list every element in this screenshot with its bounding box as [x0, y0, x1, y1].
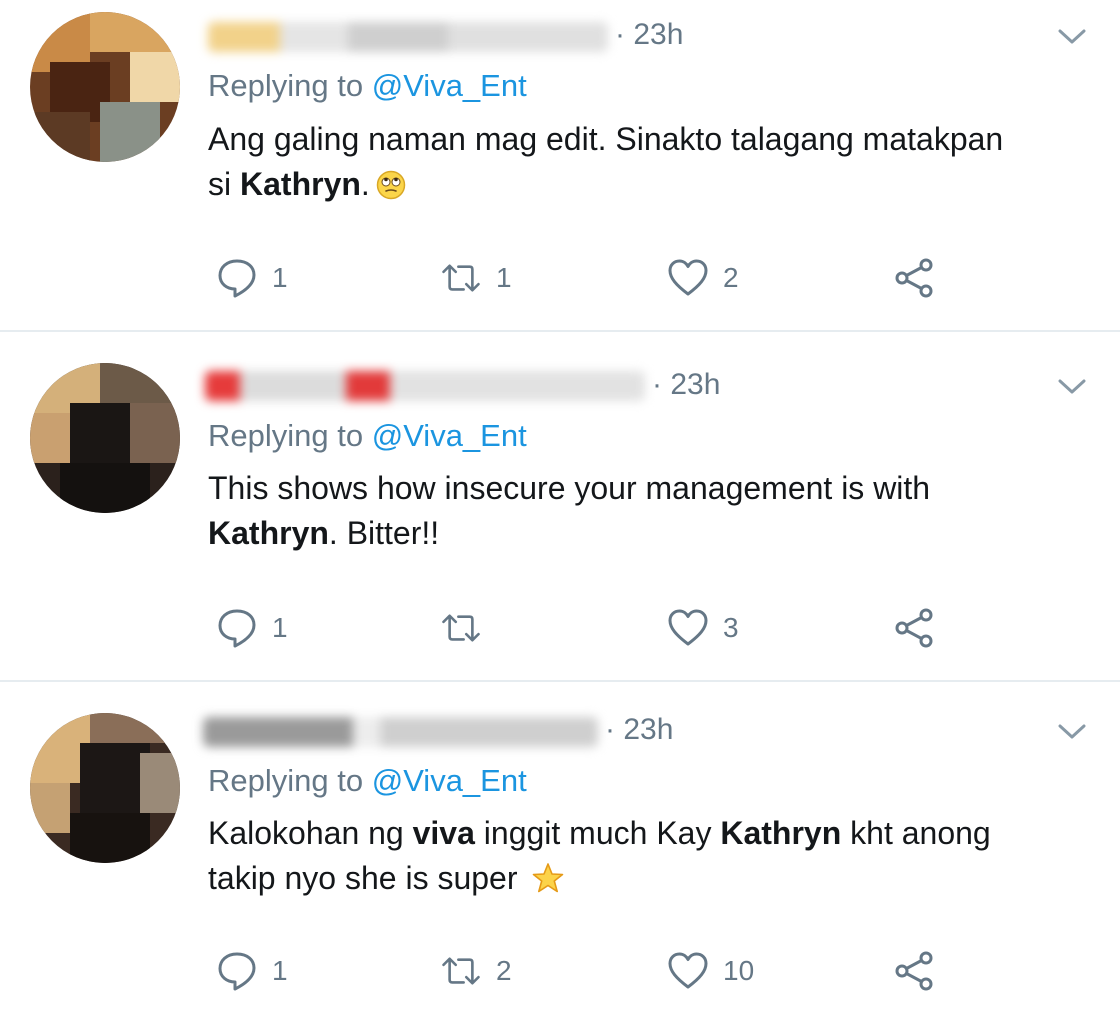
- like-icon: [668, 609, 708, 646]
- text-run: This shows how insecure your management …: [208, 470, 931, 506]
- tweet-text: Ang galing naman mag edit. Sinakto talag…: [208, 117, 1098, 207]
- timestamp[interactable]: · 23h: [615, 18, 683, 52]
- reply-count: 1: [272, 262, 288, 293]
- username-blurred[interactable]: [205, 371, 645, 401]
- avatar[interactable]: [30, 12, 180, 162]
- retweet-icon: [442, 957, 480, 985]
- star-icon: [533, 863, 564, 893]
- chevron-down-icon[interactable]: [1058, 28, 1086, 46]
- reply-count: 1: [272, 955, 288, 986]
- replying-to-handle-link[interactable]: @Viva_Ent: [372, 763, 527, 798]
- share-icon: [895, 258, 933, 298]
- username-blurred[interactable]: [203, 717, 598, 747]
- tweet-text-line: Kalokohan ng viva inggit much Kay Kathry…: [208, 811, 1098, 856]
- like-count: 2: [723, 262, 739, 293]
- tweet[interactable]: · 23h Replying to @Viva_Ent Ang galing n…: [0, 0, 1120, 330]
- text-run: . Bitter!!: [328, 515, 440, 551]
- like-button[interactable]: 2: [667, 258, 739, 298]
- reply-button[interactable]: 1: [216, 608, 288, 648]
- reply-icon: [218, 259, 256, 298]
- tweet-text-line: This shows how insecure your management …: [208, 466, 1098, 511]
- reply-button[interactable]: 1: [216, 258, 288, 298]
- like-count: 3: [723, 612, 739, 643]
- mention-kathryn: Kathryn: [240, 166, 361, 202]
- retweet-button[interactable]: 2: [440, 951, 512, 991]
- tweet-text-line: Kathryn. Bitter!!: [208, 511, 1098, 556]
- like-icon: [668, 952, 708, 989]
- replying-to-handle-link[interactable]: @Viva_Ent: [372, 68, 527, 103]
- replying-to-handle-link[interactable]: @Viva_Ent: [372, 418, 527, 453]
- like-count: 10: [723, 955, 755, 986]
- reply-icon: [218, 952, 256, 991]
- retweet-button[interactable]: [440, 608, 496, 648]
- replying-to-label: Replying to: [208, 418, 364, 453]
- share-button[interactable]: [893, 608, 935, 648]
- tweet-text-line: Ang galing naman mag edit. Sinakto talag…: [208, 117, 1098, 162]
- tweet[interactable]: · 23h Replying to @Viva_Ent This shows h…: [0, 333, 1120, 680]
- text-run: takip nyo she is super: [208, 860, 527, 896]
- mention-viva: viva: [412, 815, 475, 851]
- timestamp[interactable]: · 23h: [652, 368, 720, 402]
- replying-to-label: Replying to: [208, 763, 364, 798]
- retweet-icon: [442, 614, 480, 642]
- text-run: Kalokohan ng: [208, 815, 413, 851]
- like-button[interactable]: 10: [667, 951, 754, 991]
- like-button[interactable]: 3: [667, 608, 739, 648]
- tweet-text-line: takip nyo she is super: [208, 856, 1098, 901]
- tweet[interactable]: · 23h Replying to @Viva_Ent Kalokohan ng…: [0, 683, 1120, 1017]
- text-run: kht anong: [841, 815, 991, 851]
- avatar[interactable]: [30, 363, 180, 513]
- divider: [0, 680, 1120, 682]
- retweet-icon: [442, 264, 480, 292]
- replying-to: Replying to @Viva_Ent: [208, 763, 527, 799]
- reply-button[interactable]: 1: [216, 951, 288, 991]
- text-run: si: [208, 166, 240, 202]
- replying-to: Replying to @Viva_Ent: [208, 418, 527, 454]
- replying-to: Replying to @Viva_Ent: [208, 68, 527, 104]
- retweet-count: 1: [496, 262, 512, 293]
- retweet-count: 2: [496, 955, 512, 986]
- divider: [0, 330, 1120, 332]
- tweet-text: This shows how insecure your management …: [208, 466, 1098, 556]
- avatar[interactable]: [30, 713, 180, 863]
- reply-icon: [218, 609, 256, 648]
- timestamp[interactable]: · 23h: [605, 713, 673, 747]
- face-with-rolling-eyes-icon: [376, 170, 406, 200]
- text-run: .: [360, 166, 370, 202]
- replying-to-label: Replying to: [208, 68, 364, 103]
- like-icon: [668, 259, 708, 296]
- tweet-text-line: si Kathryn.: [208, 162, 1098, 207]
- reply-count: 1: [272, 612, 288, 643]
- mention-kathryn: Kathryn: [720, 815, 842, 851]
- chevron-down-icon[interactable]: [1058, 723, 1086, 741]
- tweet-text: Kalokohan ng viva inggit much Kay Kathry…: [208, 811, 1098, 901]
- share-icon: [895, 608, 933, 648]
- username-blurred[interactable]: [208, 22, 608, 52]
- share-icon: [895, 951, 933, 991]
- text-run: Ang galing naman mag edit. Sinakto talag…: [208, 121, 1004, 157]
- retweet-button[interactable]: 1: [440, 258, 512, 298]
- chevron-down-icon[interactable]: [1058, 378, 1086, 396]
- text-run: inggit much Kay: [474, 815, 721, 851]
- share-button[interactable]: [893, 951, 935, 991]
- share-button[interactable]: [893, 258, 935, 298]
- mention-kathryn: Kathryn: [208, 515, 329, 551]
